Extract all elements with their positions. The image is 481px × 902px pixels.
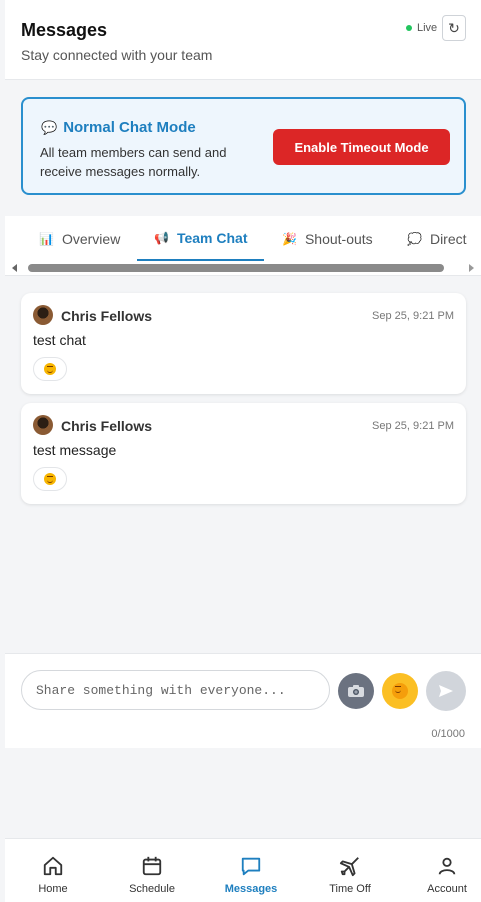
page-title: Messages xyxy=(21,20,108,40)
calendar-icon xyxy=(142,856,162,876)
tab-shout-outs[interactable]: 🎉 Shout-outs xyxy=(282,216,373,261)
nav-label: Messages xyxy=(224,883,278,895)
user-icon xyxy=(438,857,456,875)
message-input[interactable] xyxy=(21,670,330,710)
megaphone-icon: 📢 xyxy=(154,230,169,245)
refresh-button[interactable]: ↻ xyxy=(442,15,466,41)
send-icon xyxy=(439,685,453,697)
message-author: Chris Fellows xyxy=(61,308,153,324)
chat-mode-title-text: Normal Chat Mode xyxy=(63,119,196,136)
camera-button[interactable] xyxy=(338,673,374,709)
nav-label: Time Off xyxy=(329,883,371,895)
emoji-button[interactable] xyxy=(382,673,418,709)
tab-scrollbar[interactable] xyxy=(5,262,481,276)
refresh-icon: ↻ xyxy=(448,19,460,36)
message-card: Chris Fellows Sep 25, 9:21 PM test messa… xyxy=(21,403,466,504)
add-reaction-button[interactable] xyxy=(33,467,67,491)
thought-bubble-icon: 💭 xyxy=(407,231,422,246)
message-card: Chris Fellows Sep 25, 9:21 PM test chat xyxy=(21,293,466,394)
chat-mode-title: 💬 Normal Chat Mode xyxy=(41,119,196,136)
speech-bubble-icon: 💬 xyxy=(41,119,58,135)
nav-label: Home xyxy=(38,883,68,895)
smile-icon xyxy=(44,363,56,375)
message-text: test message xyxy=(33,442,117,458)
tab-label: Direct xyxy=(429,230,467,247)
smile-icon xyxy=(44,473,56,485)
app: Messages Stay connected with your team L… xyxy=(5,0,481,902)
scroll-left-arrow-icon[interactable] xyxy=(12,264,17,272)
tab-overview[interactable]: 📊 Overview xyxy=(39,216,120,261)
page-subtitle: Stay connected with your team xyxy=(21,47,213,63)
live-indicator: Live xyxy=(406,22,437,34)
tab-label: Team Chat xyxy=(176,229,248,246)
message-composer: 0/1000 xyxy=(5,653,481,748)
nav-label: Account xyxy=(427,883,467,895)
avatar xyxy=(33,305,53,325)
message-timestamp: Sep 25, 9:21 PM xyxy=(372,310,454,322)
camera-icon xyxy=(348,685,364,697)
tab-team-chat[interactable]: 📢 Team Chat xyxy=(137,216,264,261)
nav-account[interactable]: Account xyxy=(399,839,481,902)
scroll-thumb[interactable] xyxy=(28,264,444,272)
tab-bar: 📊 Overview 📢 Team Chat 🎉 Shout-outs 💭 Di… xyxy=(5,216,481,262)
bottom-navigation: Home Schedule Messages Time Off Account xyxy=(5,838,481,902)
avatar xyxy=(33,415,53,435)
party-popper-icon: 🎉 xyxy=(282,231,297,246)
message-author: Chris Fellows xyxy=(61,418,153,434)
enable-timeout-button[interactable]: Enable Timeout Mode xyxy=(273,129,450,165)
live-dot-icon xyxy=(406,25,412,31)
nav-label: Schedule xyxy=(129,883,175,895)
tab-label: Shout-outs xyxy=(304,230,373,247)
bar-chart-icon: 📊 xyxy=(39,231,54,246)
scroll-right-arrow-icon[interactable] xyxy=(469,264,474,272)
send-button[interactable] xyxy=(426,671,466,711)
message-feed: Chris Fellows Sep 25, 9:21 PM test chat … xyxy=(5,277,481,653)
tab-direct[interactable]: 💭 Direct xyxy=(407,216,467,261)
plane-icon xyxy=(339,857,359,877)
tab-label: Overview xyxy=(61,230,121,247)
smile-icon xyxy=(392,683,408,699)
chat-mode-description: All team members can send and receive me… xyxy=(40,145,227,179)
message-text: test chat xyxy=(33,332,86,348)
live-label: Live xyxy=(417,22,438,34)
nav-time-off[interactable]: Time Off xyxy=(302,839,398,902)
page-header: Messages Stay connected with your team L… xyxy=(5,0,481,80)
home-icon xyxy=(43,856,63,876)
nav-home[interactable]: Home xyxy=(5,839,101,902)
character-count: 0/1000 xyxy=(431,728,465,740)
nav-messages[interactable]: Messages xyxy=(203,839,299,902)
message-timestamp: Sep 25, 9:21 PM xyxy=(372,420,454,432)
nav-schedule[interactable]: Schedule xyxy=(104,839,200,902)
add-reaction-button[interactable] xyxy=(33,357,67,381)
chat-icon xyxy=(241,857,261,876)
chat-mode-card: 💬 Normal Chat Mode All team members can … xyxy=(21,97,466,195)
